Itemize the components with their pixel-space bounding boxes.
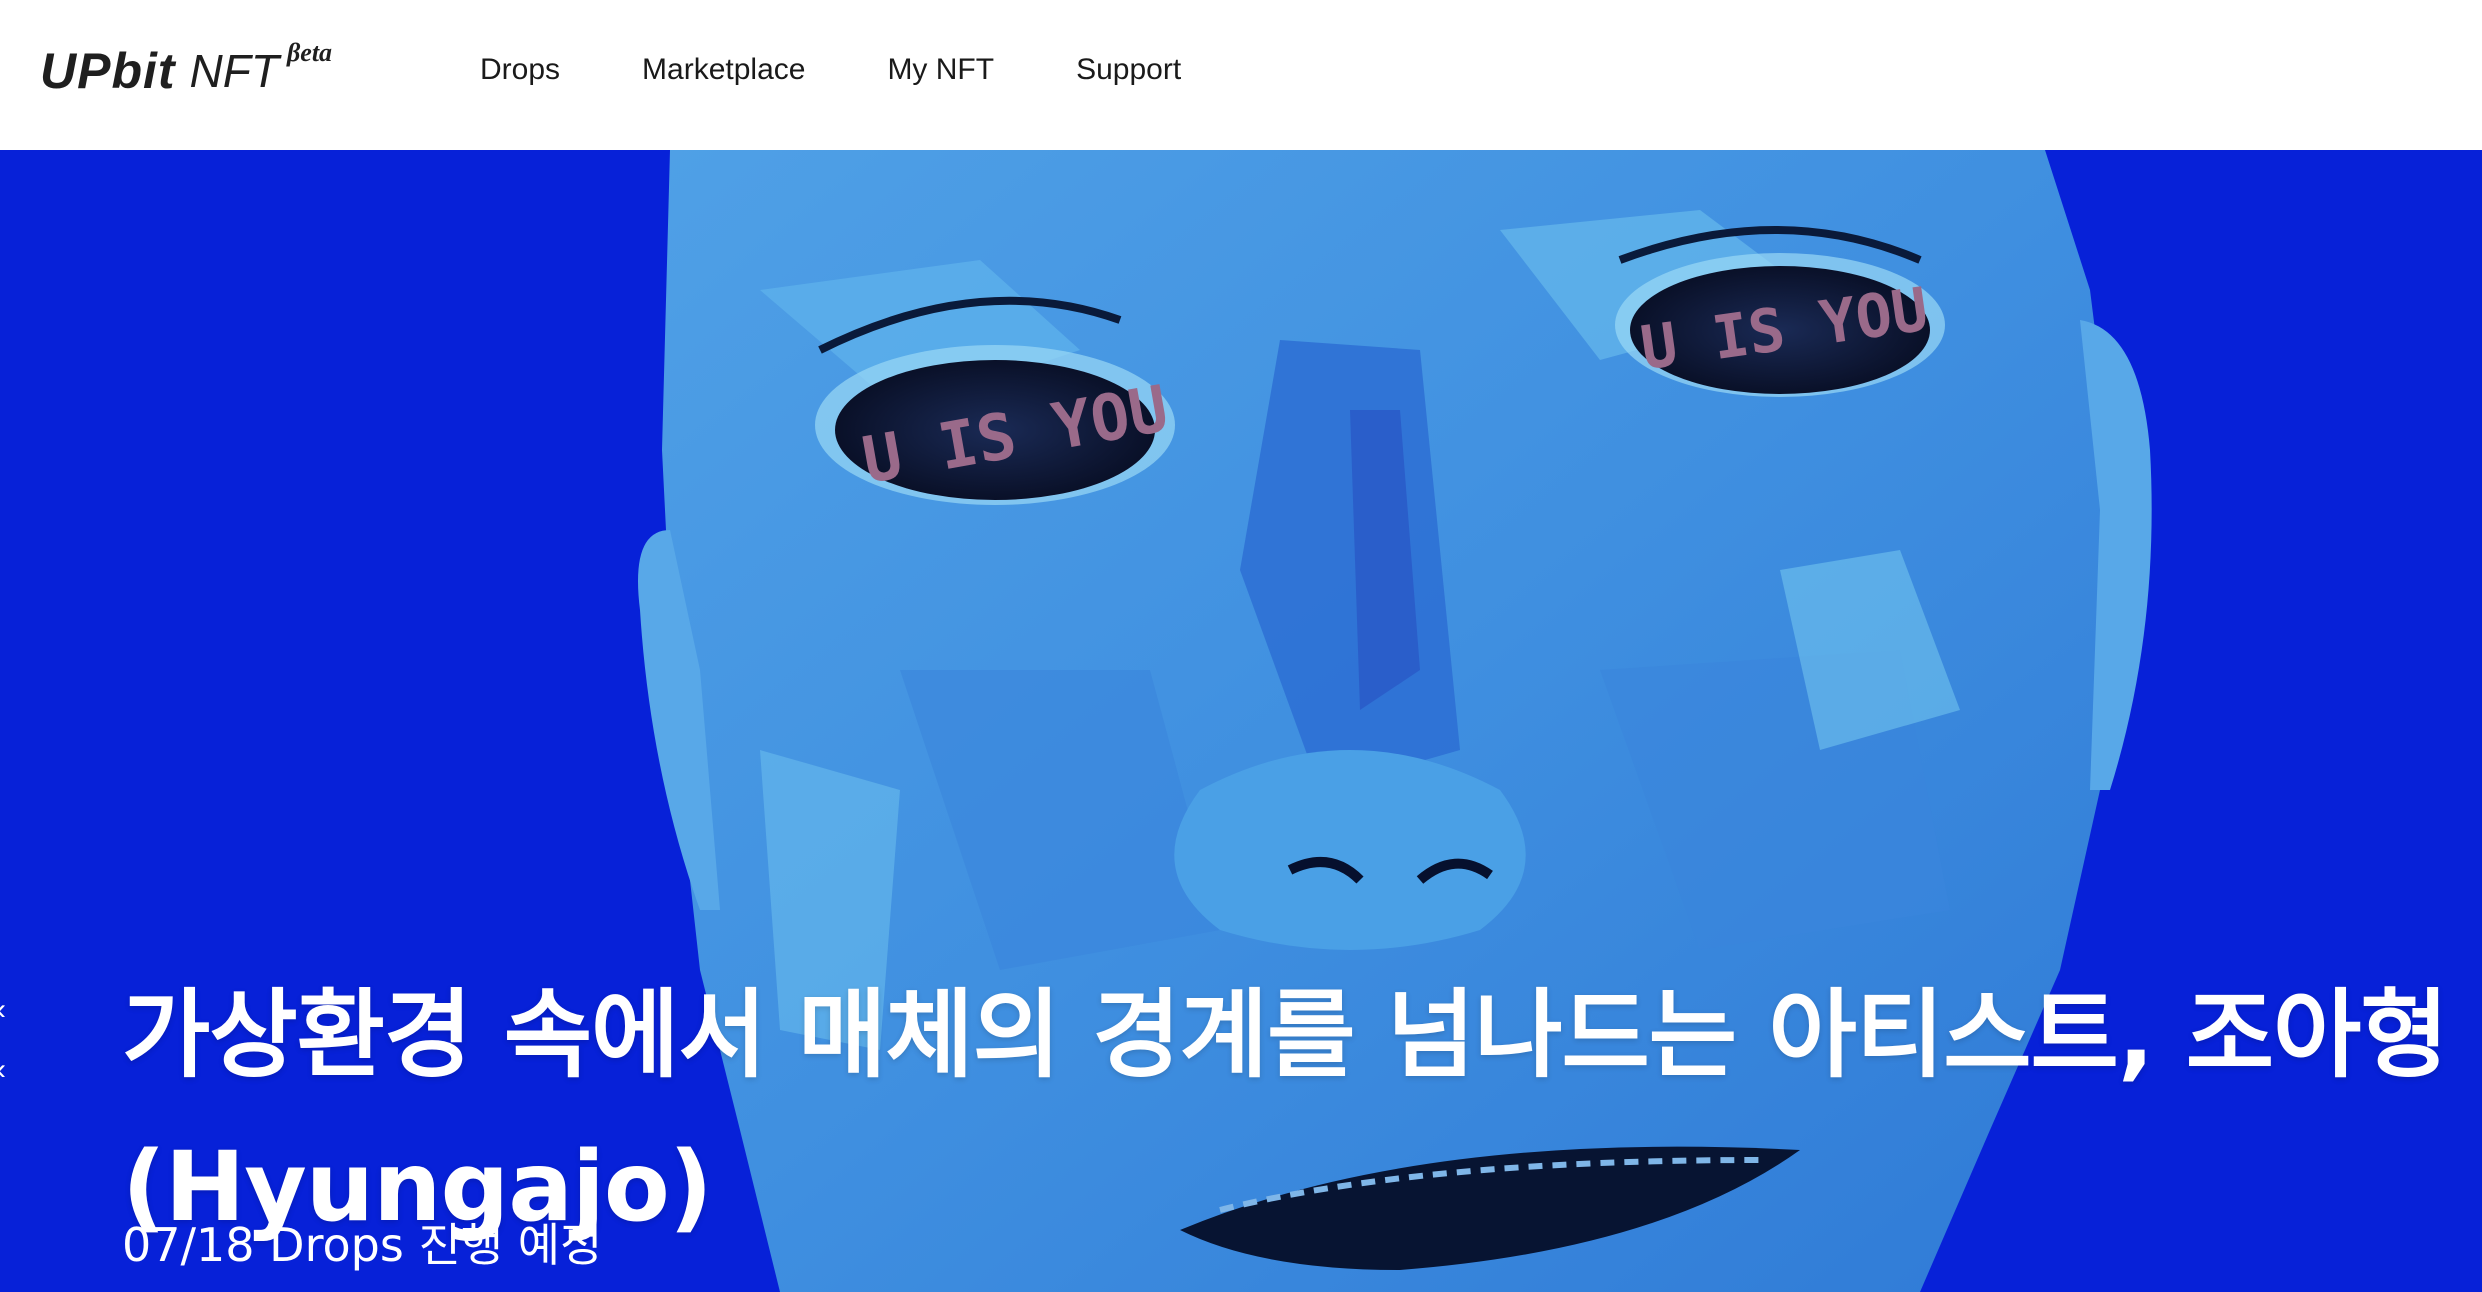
top-navigation-bar: UPbit NFT βeta Drops Marketplace My NFT …	[0, 0, 2482, 150]
nav-marketplace[interactable]: Marketplace	[642, 53, 805, 87]
logo-wordmark: UPbit	[40, 43, 176, 99]
logo-nft-text: NFT	[189, 45, 279, 97]
logo-beta-badge: βeta	[286, 38, 333, 67]
hero-subtitle: 07/18 Drops 진행 예정	[122, 1218, 603, 1272]
hero-banner[interactable]: U IS YOU U IS YOU ‹‹ 가상환경 속에서 매체의 경계를 넘나…	[0, 150, 2482, 1292]
nav-support[interactable]: Support	[1076, 53, 1181, 87]
upbit-nft-logo[interactable]: UPbit NFT βeta	[40, 36, 332, 106]
carousel-prev-indicator[interactable]: ‹‹	[0, 980, 6, 1100]
nav-drops[interactable]: Drops	[480, 53, 560, 87]
nav-my-nft[interactable]: My NFT	[887, 53, 994, 87]
main-nav: Drops Marketplace My NFT Support	[480, 0, 1263, 140]
